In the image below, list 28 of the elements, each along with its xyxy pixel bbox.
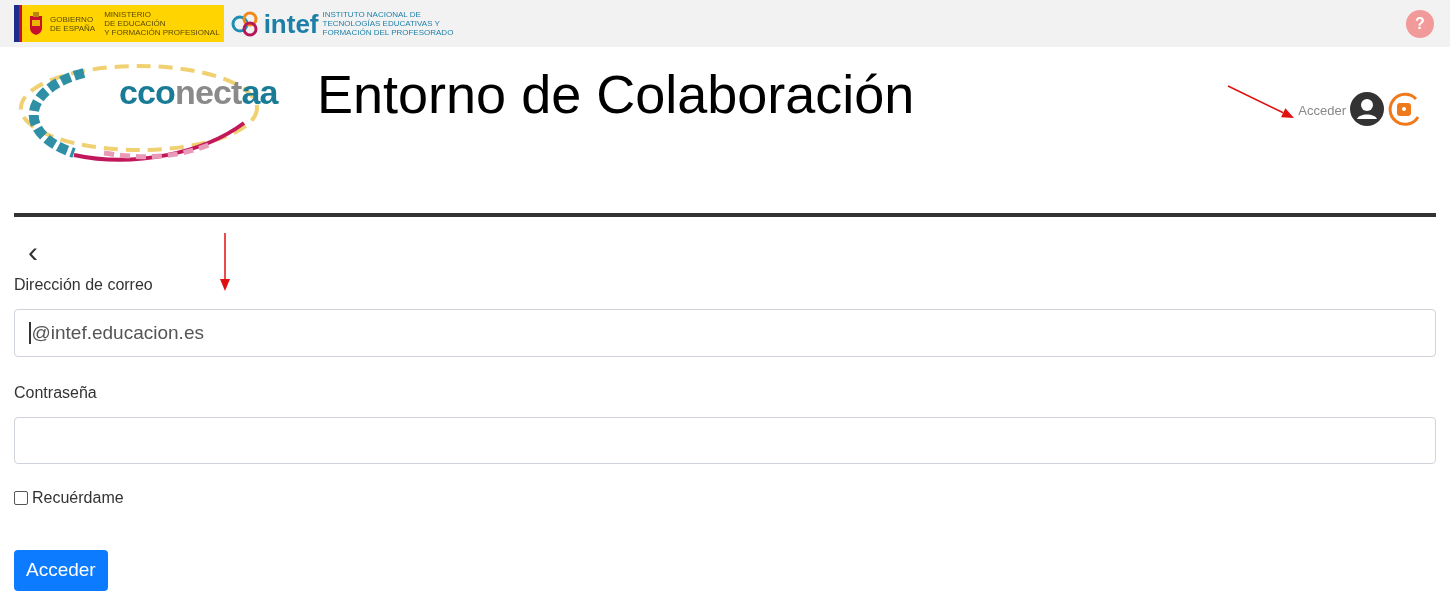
ministry-text: MINISTERIO <box>104 10 152 19</box>
help-button[interactable]: ? <box>1406 9 1434 38</box>
password-field[interactable] <box>14 417 1436 464</box>
institute-text: FORMACIÓN DEL PROFESORADO <box>322 28 454 37</box>
email-value: @intef.educacion.es <box>31 320 204 345</box>
government-text: DE ESPAÑA <box>50 23 96 33</box>
back-button[interactable]: ‹ <box>28 237 38 267</box>
remember-checkbox[interactable] <box>14 491 28 505</box>
email-field[interactable]: @intef.educacion.es <box>14 309 1436 357</box>
submit-button[interactable]: Acceder <box>14 550 108 591</box>
remember-label: Recuérdame <box>32 488 124 508</box>
intef-logo-icon <box>229 9 260 38</box>
government-text: GOBIERNO <box>50 14 95 24</box>
arrow-annotation <box>220 232 230 291</box>
flag-stripe <box>14 5 22 42</box>
intef-name: intef <box>263 10 319 37</box>
email-label: Dirección de correo <box>14 275 153 295</box>
page-title: Entorno de Colaboración <box>317 67 915 121</box>
ministry-text: DE EDUCACIÓN <box>104 19 167 28</box>
password-label: Contraseña <box>14 383 98 403</box>
user-icon[interactable] <box>1350 92 1384 126</box>
logo-text: cconectaa <box>119 75 278 109</box>
login-link[interactable]: Acceder <box>1298 101 1346 121</box>
arrow-annotation <box>1227 85 1295 118</box>
institute-text: INSTITUTO NACIONAL DE <box>322 10 422 19</box>
institute-text: TECNOLOGÍAS EDUCATIVAS Y <box>322 19 441 28</box>
coat-of-arms-icon <box>27 11 45 36</box>
ministry-text: Y FORMACIÓN PROFESIONAL <box>104 28 220 37</box>
